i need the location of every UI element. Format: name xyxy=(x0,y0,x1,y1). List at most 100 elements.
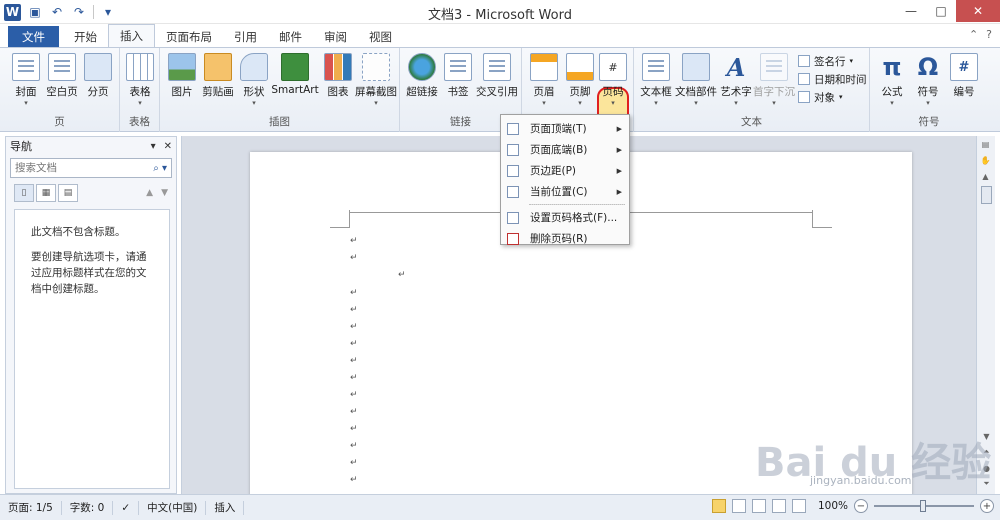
undo-icon[interactable]: ↶ xyxy=(49,4,65,20)
status-mode[interactable]: 插入 xyxy=(206,500,245,515)
picture-button[interactable]: 图片 xyxy=(162,51,202,113)
blank-page-button[interactable]: 空白页 xyxy=(42,51,82,113)
hyperlink-icon xyxy=(408,53,436,81)
menu-item-current-position[interactable]: 当前位置(C) ▶ xyxy=(501,181,629,202)
nav-message-2: 要创建导航选项卡，请通过应用标题样式在您的文档中创建标题。 xyxy=(31,251,147,295)
redo-icon[interactable]: ↷ xyxy=(71,4,87,20)
previous-icon[interactable]: ▲ xyxy=(146,188,153,198)
search-icon[interactable]: ⌕ ▾ xyxy=(153,163,167,174)
close-button[interactable]: ✕ xyxy=(956,0,1000,22)
maximize-button[interactable]: □ xyxy=(926,0,956,22)
cross-reference-button[interactable]: 交叉引用 xyxy=(474,51,520,113)
tab-home[interactable]: 开始 xyxy=(63,26,108,47)
quick-parts-button[interactable]: 文档部件 ▾ xyxy=(674,51,718,113)
paragraph-mark: ↵ xyxy=(350,253,358,263)
clip-art-button[interactable]: 剪贴画 xyxy=(198,51,238,113)
menu-item-top-of-page[interactable]: 页面顶端(T) ▶ xyxy=(501,118,629,139)
draft-view-icon[interactable] xyxy=(791,499,806,513)
omega-icon: Ω xyxy=(917,53,939,81)
chart-icon xyxy=(324,53,352,81)
save-icon[interactable]: ▣ xyxy=(27,4,43,20)
scroll-thumb[interactable] xyxy=(980,186,992,204)
header-button[interactable]: 页眉 ▾ xyxy=(524,51,564,113)
drop-cap-button[interactable]: 首字下沉 ▾ xyxy=(752,51,796,113)
bookmark-button[interactable]: 书签 xyxy=(438,51,478,113)
submenu-arrow-icon: ▶ xyxy=(616,166,622,175)
tab-page-layout[interactable]: 页面布局 xyxy=(155,26,223,47)
screenshot-icon xyxy=(362,53,390,81)
close-icon[interactable]: ✕ xyxy=(164,141,172,152)
proofing-icon[interactable]: ✓ xyxy=(113,500,140,515)
number-button[interactable]: # 编号 xyxy=(944,51,984,113)
next-icon[interactable]: ▼ xyxy=(161,188,168,198)
signature-line-button[interactable]: 签名行 ▾ xyxy=(798,52,853,70)
object-button[interactable]: 对象 ▾ xyxy=(798,88,843,106)
tab-view[interactable]: 视图 xyxy=(358,26,403,47)
menu-item-format-page-numbers[interactable]: 设置页码格式(F)... xyxy=(501,207,629,228)
symbol-button[interactable]: Ω 符号 ▾ xyxy=(908,51,948,113)
screenshot-button[interactable]: 屏幕截图 ▾ xyxy=(354,51,398,113)
remove-page-numbers-icon xyxy=(507,232,519,245)
zoom-level[interactable]: 100% xyxy=(818,500,848,512)
minimize-button[interactable]: — xyxy=(896,0,926,22)
zoom-out-icon[interactable]: − xyxy=(854,499,868,513)
results-view-tab[interactable]: ▤ xyxy=(58,184,78,202)
search-input[interactable] xyxy=(15,162,135,174)
page-number-button[interactable]: # 页码 ▾ xyxy=(593,51,633,113)
page-number-menu: 页面顶端(T) ▶ 页面底端(B) ▶ 页边距(P) ▶ 当前位置(C) ▶ 设… xyxy=(500,114,630,245)
group-label-tables: 表格 xyxy=(129,116,150,128)
tab-mailings[interactable]: 邮件 xyxy=(268,26,313,47)
text-box-button[interactable]: 文本框 ▾ xyxy=(636,51,676,113)
text-box-icon xyxy=(642,53,670,81)
table-button[interactable]: 表格 ▾ xyxy=(120,51,160,113)
paragraph-mark: ↵ xyxy=(350,305,358,315)
submenu-arrow-icon: ▶ xyxy=(616,145,622,154)
tab-file[interactable]: 文件 xyxy=(8,26,59,47)
zoom-slider[interactable] xyxy=(874,500,974,512)
zoom-in-icon[interactable]: + xyxy=(980,499,994,513)
help-icon[interactable]: ? xyxy=(986,28,992,41)
smartart-button[interactable]: SmartArt xyxy=(271,51,319,113)
tab-insert[interactable]: 插入 xyxy=(108,24,155,47)
status-language[interactable]: 中文(中国) xyxy=(139,500,207,515)
outline-view-icon[interactable] xyxy=(771,499,786,513)
footer-icon xyxy=(566,53,594,81)
margin-corner xyxy=(330,210,350,228)
pi-icon: π xyxy=(882,53,902,81)
print-layout-view-icon[interactable] xyxy=(711,499,726,513)
hyperlink-button[interactable]: 超链接 xyxy=(402,51,442,113)
window-controls: — □ ✕ xyxy=(896,0,1000,22)
minimize-ribbon-icon[interactable]: ⌃ xyxy=(969,28,978,41)
ruler-toggle-icon[interactable]: ▤ xyxy=(977,136,994,152)
equation-button[interactable]: π 公式 ▾ xyxy=(872,51,912,113)
date-time-button[interactable]: 日期和时间 xyxy=(798,70,867,88)
group-illustrations: 图片 剪贴画 形状 ▾ SmartArt 图表 屏幕截图 ▾ 插图 xyxy=(160,48,400,132)
page-break-button[interactable]: 分页 xyxy=(78,51,118,113)
headings-view-tab[interactable]: ▯ xyxy=(14,184,34,202)
zoom-slider-knob[interactable] xyxy=(920,500,926,512)
cover-page-button[interactable]: 封面 ▾ xyxy=(6,51,46,113)
bottom-of-page-icon xyxy=(507,143,519,156)
chart-button[interactable]: 图表 xyxy=(318,51,358,113)
shapes-button[interactable]: 形状 ▾ xyxy=(234,51,274,113)
paragraph-mark: ↵ xyxy=(398,270,406,280)
paragraph-mark: ↵ xyxy=(350,407,358,417)
group-label-symbols: 符号 xyxy=(918,116,940,128)
header-icon xyxy=(530,53,558,81)
tab-review[interactable]: 审阅 xyxy=(313,26,358,47)
status-words[interactable]: 字数: 0 xyxy=(62,500,114,515)
full-screen-view-icon[interactable] xyxy=(731,499,746,513)
customize-icon[interactable]: ▾ xyxy=(100,4,116,20)
word-app-icon[interactable]: W xyxy=(4,3,21,21)
menu-item-page-margins[interactable]: 页边距(P) ▶ xyxy=(501,160,629,181)
chevron-down-icon[interactable]: ▾ xyxy=(151,141,156,152)
scroll-up-icon[interactable]: ▲ xyxy=(977,168,994,184)
menu-item-remove-page-numbers[interactable]: 删除页码(R) xyxy=(501,228,629,249)
web-layout-view-icon[interactable] xyxy=(751,499,766,513)
wordart-button[interactable]: A 艺术字 ▾ xyxy=(716,51,756,113)
tab-references[interactable]: 引用 xyxy=(223,26,268,47)
menu-item-bottom-of-page[interactable]: 页面底端(B) ▶ xyxy=(501,139,629,160)
hand-icon[interactable]: ✋ xyxy=(977,152,994,168)
pages-view-tab[interactable]: ▦ xyxy=(36,184,56,202)
status-page[interactable]: 页面: 1/5 xyxy=(0,500,62,515)
